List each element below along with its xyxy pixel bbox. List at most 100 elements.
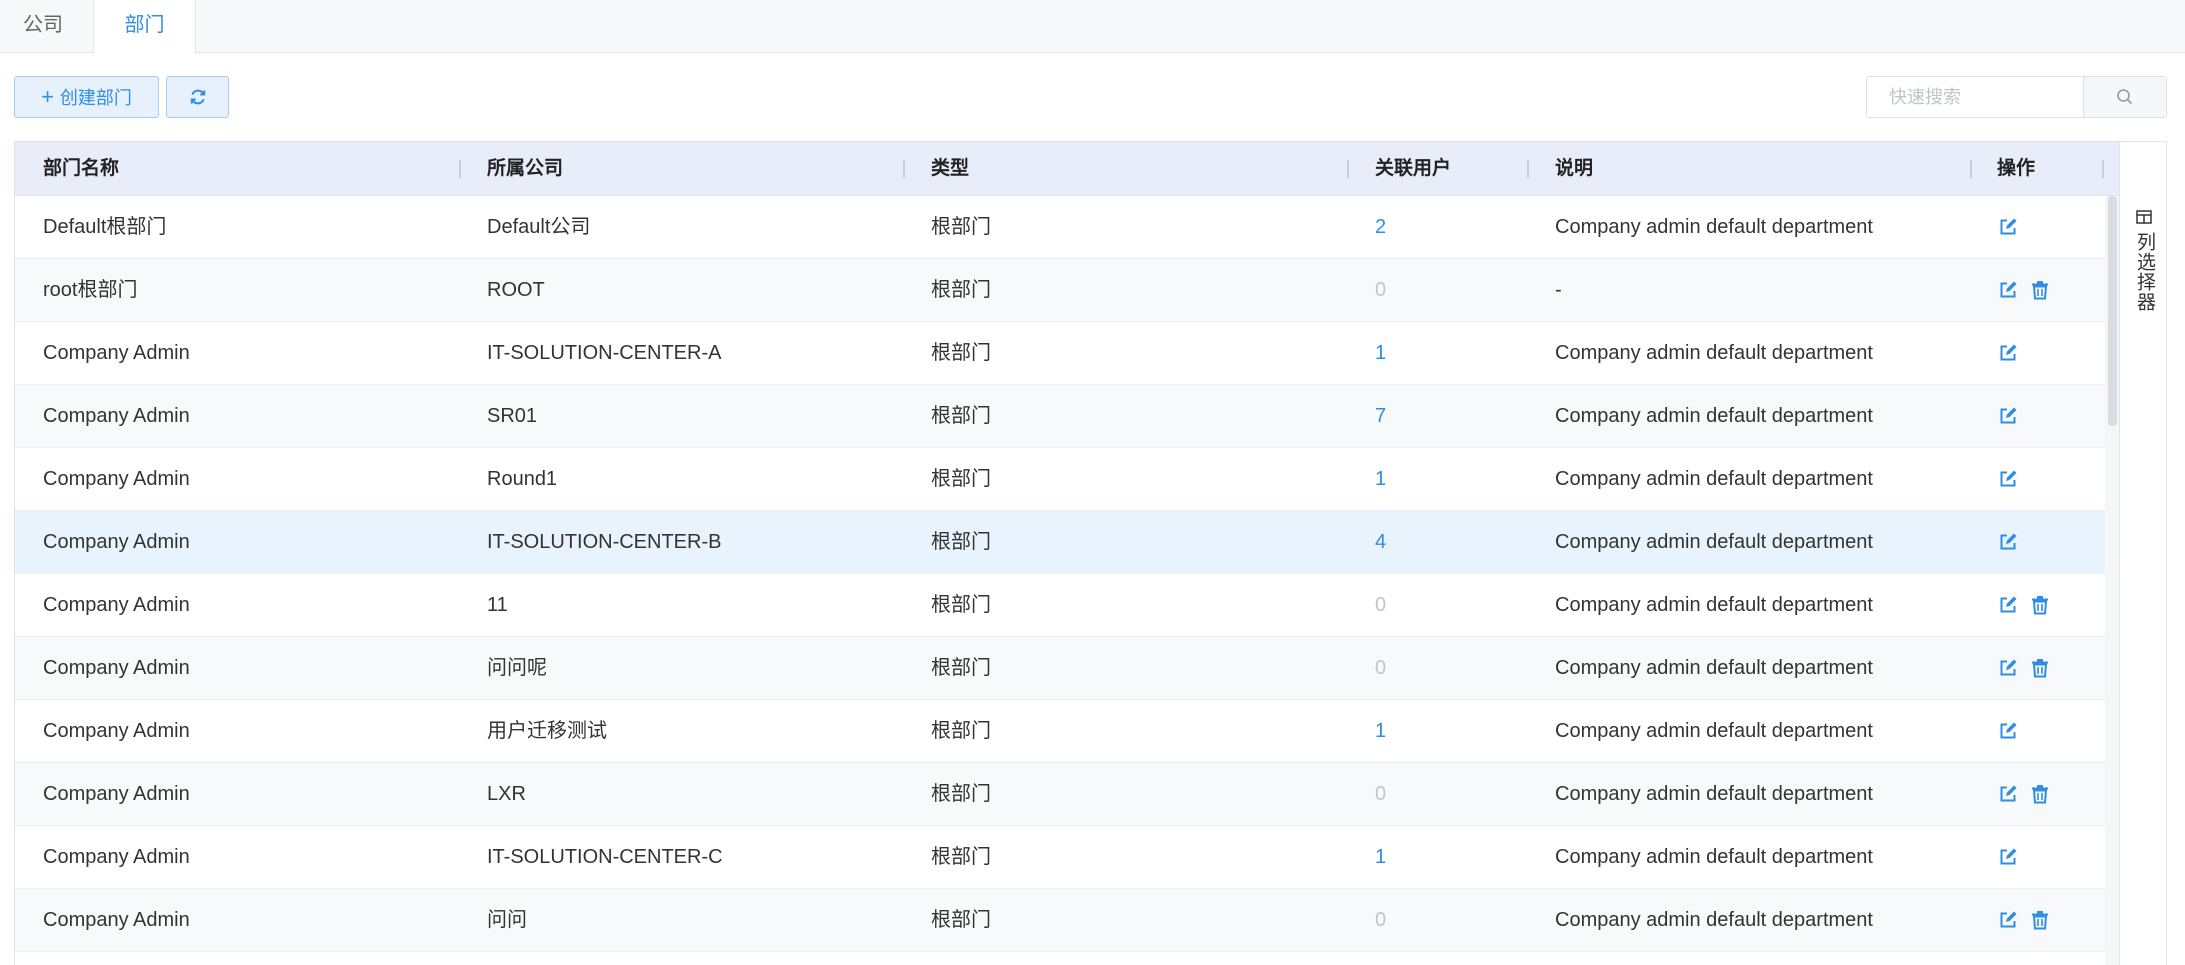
cell-linked-users[interactable]: 0 [1375,574,1386,637]
edit-icon[interactable] [1997,657,2019,679]
column-selector-label: 列选择器 [2134,232,2155,312]
table-row[interactable]: Company Admin SR01 根部门 7 Company admin d… [15,385,2105,448]
cell-actions [1997,259,2051,321]
cell-linked-users[interactable]: 0 [1375,259,1386,322]
column-resizer[interactable] [1347,160,1349,178]
cell-description: Company admin default department [1555,216,1873,238]
search-button[interactable] [2083,77,2166,117]
delete-icon[interactable] [2029,279,2051,301]
create-department-label: 创建部门 [59,88,132,108]
edit-icon[interactable] [1997,846,2019,868]
delete-icon[interactable] [2029,657,2051,679]
cell-company: LXR [487,783,526,805]
scrollbar-thumb[interactable] [2108,196,2117,426]
cell-linked-users[interactable]: 0 [1375,889,1386,952]
table-row[interactable]: Default根部门 Default公司 根部门 2 Company admin… [15,196,2105,259]
cell-department-name: Default根部门 [43,216,167,238]
delete-icon[interactable] [2029,909,2051,931]
cell-department-name: Company Admin [43,342,190,364]
edit-icon[interactable] [1997,468,2019,490]
column-selector[interactable]: 列选择器 [2119,142,2166,965]
cell-actions [1997,637,2051,699]
column-header-name[interactable]: 部门名称 [43,142,119,195]
edit-icon[interactable] [1997,342,2019,364]
cell-company: IT-SOLUTION-CENTER-A [487,342,722,364]
cell-company: 用户迁移测试 [487,720,607,742]
table-row[interactable]: Company Admin 用户迁移测试 根部门 1 Company admin… [15,700,2105,763]
cell-type: 根部门 [931,909,991,931]
table-row[interactable]: Company Admin 11 根部门 0 Company admin def… [15,574,2105,637]
cell-linked-users[interactable]: 1 [1375,448,1386,511]
table-row[interactable]: Company Admin LXR 根部门 0 Company admin de… [15,763,2105,826]
column-header-description[interactable]: 说明 [1555,142,1593,195]
cell-type: 根部门 [931,720,991,742]
edit-icon[interactable] [1997,279,2019,301]
cell-type: 根部门 [931,594,991,616]
table-row[interactable]: root根部门 ROOT 根部门 0 - [15,259,2105,322]
cell-actions [1997,511,2019,573]
cell-linked-users[interactable]: 2 [1375,196,1386,259]
cell-linked-users[interactable]: 0 [1375,637,1386,700]
search-icon [2117,89,2133,105]
cell-company: Round1 [487,468,558,490]
cell-department-name: Company Admin [43,909,190,931]
table-row[interactable]: Company Admin 问问呢 根部门 0 Company admin de… [15,637,2105,700]
table-row[interactable]: Company Admin IT-SOLUTION-CENTER-C 根部门 1… [15,826,2105,889]
column-resizer[interactable] [1527,160,1529,178]
edit-icon[interactable] [1997,594,2019,616]
column-resizer[interactable] [2102,160,2104,178]
refresh-icon [190,89,205,105]
cell-description: Company admin default department [1555,405,1873,427]
column-header-actions: 操作 [1997,158,2036,179]
create-department-button[interactable]: + 创建部门 [14,76,159,118]
tab-department[interactable]: 部门 [93,0,196,54]
column-header-users[interactable]: 关联用户 [1375,142,1451,195]
plus-icon: + [41,84,54,109]
edit-icon[interactable] [1997,909,2019,931]
column-header-type[interactable]: 类型 [931,142,969,195]
cell-department-name: Company Admin [43,657,190,679]
edit-icon[interactable] [1997,216,2019,238]
column-resizer[interactable] [459,160,461,178]
search-box [1866,76,2167,118]
cell-description: Company admin default department [1555,342,1873,364]
edit-icon[interactable] [1997,405,2019,427]
table-row[interactable]: Company Admin IT-SOLUTION-CENTER-B 根部门 4… [15,511,2105,574]
cell-description: Company admin default department [1555,720,1873,742]
table-row[interactable]: Company Admin 问问 根部门 0 Company admin def… [15,889,2105,952]
cell-actions [1997,889,2051,951]
tab-company[interactable]: 公司 [0,0,86,53]
column-resizer[interactable] [903,160,905,178]
delete-icon[interactable] [2029,783,2051,805]
cell-company: ROOT [487,279,545,301]
cell-linked-users[interactable]: 0 [1375,763,1386,826]
cell-department-name: Company Admin [43,594,190,616]
column-resizer[interactable] [1970,160,1972,178]
vertical-scrollbar[interactable] [2105,196,2119,965]
cell-linked-users[interactable]: 7 [1375,385,1386,448]
cell-actions [1997,448,2019,510]
cell-linked-users[interactable]: 4 [1375,511,1386,574]
refresh-button[interactable] [166,76,229,118]
cell-company: 问问呢 [487,657,547,679]
delete-icon[interactable] [2029,594,2051,616]
cell-type: 根部门 [931,783,991,805]
cell-description: Company admin default department [1555,909,1873,931]
cell-company: 问问 [487,909,527,931]
cell-type: 根部门 [931,216,991,238]
edit-icon[interactable] [1997,783,2019,805]
cell-type: 根部门 [931,405,991,427]
column-header-company[interactable]: 所属公司 [487,142,563,195]
cell-department-name: Company Admin [43,468,190,490]
edit-icon[interactable] [1997,531,2019,553]
cell-department-name: Company Admin [43,783,190,805]
table-row[interactable]: Company Admin Round1 根部门 1 Company admin… [15,448,2105,511]
search-input[interactable] [1867,77,2083,117]
cell-linked-users[interactable]: 1 [1375,700,1386,763]
cell-description: Company admin default department [1555,594,1873,616]
cell-linked-users[interactable]: 1 [1375,826,1386,889]
edit-icon[interactable] [1997,720,2019,742]
cell-type: 根部门 [931,468,991,490]
cell-linked-users[interactable]: 1 [1375,322,1386,385]
table-row[interactable]: Company Admin IT-SOLUTION-CENTER-A 根部门 1… [15,322,2105,385]
